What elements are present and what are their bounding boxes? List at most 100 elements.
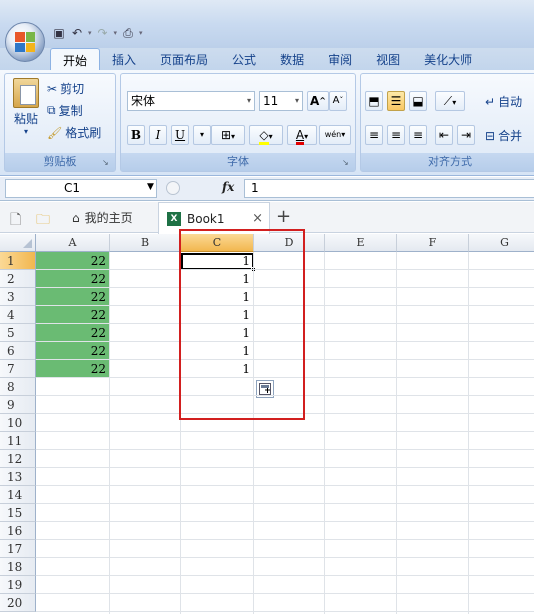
row-header-3[interactable]: 3 [0, 288, 36, 306]
clipboard-launcher-icon[interactable]: ↘ [102, 158, 112, 168]
font-launcher-icon[interactable]: ↘ [342, 158, 352, 168]
cell-a6[interactable]: 22 [36, 342, 109, 360]
align-center-button[interactable]: ≡ [387, 125, 405, 145]
row-header-14[interactable]: 14 [0, 486, 36, 504]
gridline [109, 252, 110, 614]
row-header-15[interactable]: 15 [0, 504, 36, 522]
insert-function-icon[interactable]: fx [222, 180, 234, 194]
row-header-13[interactable]: 13 [0, 468, 36, 486]
tab-my-homepage[interactable]: ⌂ 我的主页 [64, 202, 141, 233]
formula-cancel-icon[interactable] [166, 181, 180, 195]
tab-page-layout[interactable]: 页面布局 [148, 48, 220, 70]
align-middle-button[interactable]: ☰ [387, 91, 405, 111]
save-icon[interactable]: ▣ [52, 26, 66, 40]
font-name-combo[interactable]: 宋体 ▾ [127, 91, 255, 111]
column-header-a[interactable]: A [36, 234, 110, 252]
tab-home[interactable]: 开始 [50, 48, 101, 70]
cell-c3[interactable]: 1 [181, 288, 253, 306]
formula-bar: C1 ▼ fx 1 [0, 177, 534, 201]
tab-insert[interactable]: 插入 [100, 48, 148, 70]
cell-c7[interactable]: 1 [181, 360, 253, 378]
align-right-button[interactable]: ≡ [409, 125, 427, 145]
spreadsheet-grid[interactable]: ABCDEFG 1 2 3 4 5 6 7 8 9 10 11 12 13 14 15 16 17 18 19 20 … [0, 234, 534, 614]
cell-a1[interactable]: 22 [36, 252, 109, 270]
office-button[interactable] [5, 22, 45, 62]
name-box[interactable]: C1 [5, 179, 157, 198]
formula-input[interactable]: 1 [244, 179, 534, 198]
bold-button[interactable]: B [127, 125, 145, 145]
row-header-6[interactable]: 6 [0, 342, 36, 360]
align-left-button[interactable]: ≡ [365, 125, 383, 145]
underline-dropdown-icon[interactable]: ▾ [193, 125, 211, 145]
tab-view[interactable]: 视图 [364, 48, 412, 70]
tab-beautify-master[interactable]: 美化大师 [412, 48, 484, 70]
italic-button[interactable]: I [149, 125, 167, 145]
cell-a4[interactable]: 22 [36, 306, 109, 324]
row-header-10[interactable]: 10 [0, 414, 36, 432]
new-document-icon[interactable]: 🗋 [10, 209, 21, 233]
cell-a3[interactable]: 22 [36, 288, 109, 306]
borders-button[interactable]: ⊞▾ [211, 125, 245, 145]
grow-font-button[interactable]: A^ [307, 91, 329, 111]
paste-button[interactable]: 粘贴 ▾ [13, 78, 39, 136]
undo-icon[interactable]: ↶ [70, 26, 84, 40]
paste-dropdown-icon[interactable]: ▾ [24, 128, 28, 136]
row-header-12[interactable]: 12 [0, 450, 36, 468]
wrap-text-button[interactable]: ↵ 自动 [485, 93, 522, 110]
row-header-8[interactable]: 8 [0, 378, 36, 396]
new-tab-button[interactable]: + [276, 206, 291, 227]
row-header-16[interactable]: 16 [0, 522, 36, 540]
cell-c5[interactable]: 1 [181, 324, 253, 342]
column-header-d[interactable]: D [254, 234, 325, 252]
close-icon[interactable]: × [252, 211, 263, 226]
chevron-down-icon[interactable]: ▼ [147, 182, 154, 192]
underline-button[interactable]: U [171, 125, 189, 145]
font-size-combo[interactable]: 11 ▾ [259, 91, 303, 111]
row-header-17[interactable]: 17 [0, 540, 36, 558]
font-color-button[interactable]: A▾ [287, 125, 317, 145]
column-header-f[interactable]: F [397, 234, 469, 252]
tab-book1[interactable]: X Book1 × [158, 202, 270, 234]
row-header-18[interactable]: 18 [0, 558, 36, 576]
cell-c6[interactable]: 1 [181, 342, 253, 360]
customize-toolbar-icon[interactable]: ▾ [139, 29, 143, 37]
cell-a5[interactable]: 22 [36, 324, 109, 342]
tab-formulas[interactable]: 公式 [220, 48, 268, 70]
cut-button[interactable]: ✂ 剪切 [47, 80, 84, 97]
open-folder-icon[interactable]: 🗀 [36, 209, 50, 233]
row-header-11[interactable]: 11 [0, 432, 36, 450]
undo-dropdown-icon[interactable]: ▾ [88, 29, 92, 37]
redo-icon[interactable]: ↷ [96, 26, 110, 40]
row-header-9[interactable]: 9 [0, 396, 36, 414]
row-header-5[interactable]: 5 [0, 324, 36, 342]
fill-color-button[interactable]: ◇▾ [249, 125, 283, 145]
shrink-font-button[interactable]: Aˇ [329, 91, 347, 111]
orientation-button[interactable]: ⟋▾ [435, 91, 465, 111]
tab-review[interactable]: 审阅 [316, 48, 364, 70]
decrease-indent-button[interactable]: ⇤ [435, 125, 453, 145]
column-header-b[interactable]: B [110, 234, 181, 252]
redo-dropdown-icon[interactable]: ▾ [114, 29, 118, 37]
row-header-1[interactable]: 1 [0, 252, 36, 270]
row-header-4[interactable]: 4 [0, 306, 36, 324]
print-preview-icon[interactable]: ⎙ [121, 26, 135, 40]
column-header-c[interactable]: C [181, 234, 254, 252]
merge-center-button[interactable]: ⊟ 合并 [485, 127, 522, 144]
align-bottom-button[interactable]: ⬓ [409, 91, 427, 111]
column-header-g[interactable]: G [469, 234, 534, 252]
row-header-19[interactable]: 19 [0, 576, 36, 594]
copy-button[interactable]: ⧉ 复制 [47, 102, 83, 119]
increase-indent-button[interactable]: ⇥ [457, 125, 475, 145]
row-header-2[interactable]: 2 [0, 270, 36, 288]
tab-data[interactable]: 数据 [268, 48, 316, 70]
cell-c4[interactable]: 1 [181, 306, 253, 324]
row-header-7[interactable]: 7 [0, 360, 36, 378]
cell-c2[interactable]: 1 [181, 270, 253, 288]
cell-a7[interactable]: 22 [36, 360, 109, 378]
column-header-e[interactable]: E [325, 234, 397, 252]
align-top-button[interactable]: ⬒ [365, 91, 383, 111]
cell-a2[interactable]: 22 [36, 270, 109, 288]
format-painter-button[interactable]: 🖌 格式刷 [47, 124, 101, 141]
phonetic-button[interactable]: wén▾ [319, 125, 351, 145]
row-header-20[interactable]: 20 [0, 594, 36, 612]
